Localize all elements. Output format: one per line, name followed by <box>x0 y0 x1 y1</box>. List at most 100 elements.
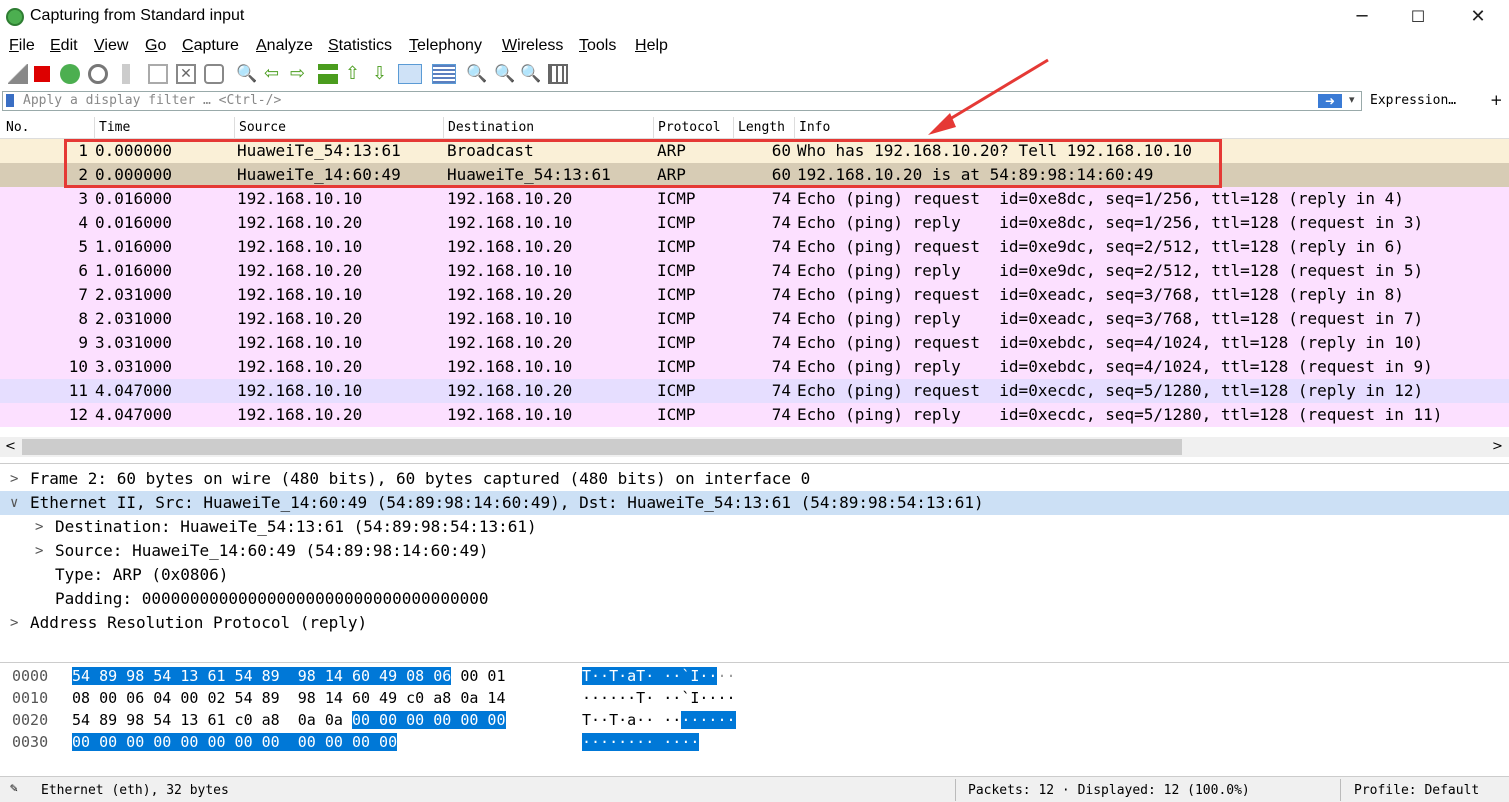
packet-row[interactable]: 3 0.016000 192.168.10.10 192.168.10.20 ICMP 7… <box>0 187 1509 211</box>
start-capture-icon[interactable] <box>8 64 28 84</box>
packet-row[interactable]: 10 3.031000 192.168.10.20 192.168.10.10 ICMP… <box>0 355 1509 379</box>
detail-row[interactable]: ∨ Ethernet II, Src: HuaweiTe_14:60:49 (54… <box>0 491 1509 515</box>
packet-cell-proto: ICMP <box>657 213 696 232</box>
packet-cell-no: 9 <box>78 333 88 352</box>
display-filter-bar[interactable]: Apply a display filter … <Ctrl-/> ➜ ▾ <box>2 91 1362 111</box>
menu-telephony[interactable]: Telephony <box>409 37 482 55</box>
byte-hex[interactable]: 54 89 98 54 13 61 c0 a8 0a 0a 00 00 00 0… <box>72 709 506 731</box>
expression-button[interactable]: Expression… <box>1370 93 1456 108</box>
detail-row[interactable]: Type: ARP (0x0806) <box>0 563 1509 587</box>
title-bar: Capturing from Standard input ─ ☐ ✕ <box>0 0 1509 34</box>
menu-go[interactable]: Go <box>145 37 166 55</box>
packet-cell-len: 74 <box>771 333 791 352</box>
packet-cell-len: 74 <box>771 381 791 400</box>
find-packet-icon[interactable]: 🔍 <box>236 64 257 84</box>
expert-info-icon[interactable]: ✎ <box>10 781 18 796</box>
add-filter-button[interactable]: + <box>1490 91 1503 109</box>
menu-capture[interactable]: Capture <box>182 37 239 55</box>
byte-ascii[interactable]: T··T·aT· ··`I···· <box>582 665 736 687</box>
resize-columns-icon[interactable] <box>548 64 568 84</box>
column-time[interactable]: Time <box>99 120 130 135</box>
byte-ascii[interactable]: T··T·a·· ········ <box>582 709 736 731</box>
go-back-icon[interactable]: ⇦ <box>264 64 284 84</box>
expand-arrow-icon[interactable]: > <box>35 515 43 539</box>
packet-row[interactable]: 12 4.047000 192.168.10.20 192.168.10.10 ICMP… <box>0 403 1509 427</box>
minimize-button[interactable]: ─ <box>1332 0 1392 34</box>
packet-cell-dst: 192.168.10.10 <box>447 357 573 376</box>
expand-arrow-icon[interactable]: > <box>35 539 43 563</box>
bookmark-icon[interactable] <box>6 94 14 107</box>
display-filter-input[interactable]: Apply a display filter … <Ctrl-/> <box>23 93 281 108</box>
menu-wireless[interactable]: Wireless <box>502 37 563 55</box>
menu-view[interactable]: View <box>94 37 128 55</box>
detail-row[interactable]: > Frame 2: 60 bytes on wire (480 bits), 6… <box>0 467 1509 491</box>
capture-options-icon[interactable] <box>88 64 108 84</box>
packet-cell-src: 192.168.10.20 <box>237 405 363 424</box>
byte-ascii[interactable]: ······T· ··`I···· <box>582 687 736 709</box>
status-profile-text[interactable]: Profile: Default <box>1354 783 1479 798</box>
packet-cell-src: 192.168.10.10 <box>237 333 363 352</box>
stop-capture-icon[interactable] <box>34 66 50 82</box>
expand-arrow-icon[interactable]: > <box>10 611 18 635</box>
menu-tools[interactable]: Tools <box>579 37 616 55</box>
scroll-left-icon[interactable]: < <box>5 439 16 454</box>
menu-analyze[interactable]: Analyze <box>256 37 313 55</box>
open-file-icon[interactable] <box>122 64 130 84</box>
column-protocol[interactable]: Protocol <box>658 120 721 135</box>
apply-filter-icon[interactable]: ➜ <box>1318 94 1342 108</box>
menu-file[interactable]: File <box>9 37 35 55</box>
packet-cell-src: 192.168.10.10 <box>237 285 363 304</box>
menu-help[interactable]: Help <box>635 37 668 55</box>
packet-cell-len: 74 <box>771 261 791 280</box>
byte-ascii[interactable]: ········ ···· <box>582 731 700 753</box>
packet-row[interactable]: 7 2.031000 192.168.10.10 192.168.10.20 ICMP 7… <box>0 283 1509 307</box>
column-source[interactable]: Source <box>239 120 286 135</box>
packet-row[interactable]: 6 1.016000 192.168.10.20 192.168.10.10 ICMP 7… <box>0 259 1509 283</box>
column-destination[interactable]: Destination <box>448 120 534 135</box>
packet-row[interactable]: 5 1.016000 192.168.10.10 192.168.10.20 ICMP 7… <box>0 235 1509 259</box>
column-length[interactable]: Length <box>738 120 785 135</box>
zoom-in-icon[interactable]: 🔍 <box>466 64 487 84</box>
column-no[interactable]: No. <box>6 120 29 135</box>
packet-row[interactable]: 8 2.031000 192.168.10.20 192.168.10.10 ICMP 7… <box>0 307 1509 331</box>
packet-row[interactable]: 11 4.047000 192.168.10.10 192.168.10.20 ICMP… <box>0 379 1509 403</box>
last-packet-icon[interactable]: ⇩ <box>372 64 392 84</box>
close-button[interactable]: ✕ <box>1448 0 1508 34</box>
collapse-arrow-icon[interactable]: ∨ <box>10 491 18 515</box>
expand-arrow-icon[interactable]: > <box>10 467 18 491</box>
reload-file-icon[interactable] <box>204 64 224 84</box>
close-file-icon[interactable]: ✕ <box>176 64 196 84</box>
packet-row[interactable]: 4 0.016000 192.168.10.20 192.168.10.10 ICMP 7… <box>0 211 1509 235</box>
go-forward-icon[interactable]: ⇨ <box>290 64 310 84</box>
detail-row[interactable]: Padding: 0000000000000000000000000000000… <box>0 587 1509 611</box>
byte-hex[interactable]: 08 00 06 04 00 02 54 89 98 14 60 49 c0 a… <box>72 687 505 709</box>
packet-cell-dst: 192.168.10.10 <box>447 405 573 424</box>
packet-cell-dst: 192.168.10.20 <box>447 285 573 304</box>
zoom-out-icon[interactable]: 🔍 <box>494 64 515 84</box>
normal-size-icon[interactable]: 🔍 <box>520 64 541 84</box>
detail-text: Type: ARP (0x0806) <box>55 565 229 584</box>
filter-dropdown-icon[interactable]: ▾ <box>1349 93 1355 106</box>
packet-cell-len: 74 <box>771 213 791 232</box>
packet-cell-no: 7 <box>78 285 88 304</box>
packet-bytes-pane: 0000 54 89 98 54 13 61 54 89 98 14 60 49 … <box>0 662 1509 775</box>
byte-hex[interactable]: 54 89 98 54 13 61 54 89 98 14 60 49 08 0… <box>72 665 505 687</box>
column-info[interactable]: Info <box>799 120 830 135</box>
maximize-button[interactable]: ☐ <box>1388 0 1448 34</box>
first-packet-icon[interactable]: ⇧ <box>345 64 365 84</box>
restart-capture-icon[interactable] <box>60 64 80 84</box>
detail-row[interactable]: > Source: HuaweiTe_14:60:49 (54:89:98:14:… <box>0 539 1509 563</box>
detail-row[interactable]: > Destination: HuaweiTe_54:13:61 (54:89:9… <box>0 515 1509 539</box>
detail-row[interactable]: > Address Resolution Protocol (reply) <box>0 611 1509 635</box>
colorize-icon[interactable] <box>432 64 456 84</box>
go-to-packet-icon[interactable] <box>318 64 338 84</box>
menu-edit[interactable]: Edit <box>50 37 78 55</box>
hscroll-thumb[interactable] <box>22 439 1182 455</box>
packet-row[interactable]: 9 3.031000 192.168.10.10 192.168.10.20 ICMP 7… <box>0 331 1509 355</box>
auto-scroll-icon[interactable] <box>398 64 422 84</box>
packet-cell-dst: 192.168.10.20 <box>447 381 573 400</box>
save-file-icon[interactable] <box>148 64 168 84</box>
menu-statistics[interactable]: Statistics <box>328 37 392 55</box>
byte-hex[interactable]: 00 00 00 00 00 00 00 00 00 00 00 00 <box>72 731 398 753</box>
scroll-right-icon[interactable]: > <box>1492 439 1503 454</box>
